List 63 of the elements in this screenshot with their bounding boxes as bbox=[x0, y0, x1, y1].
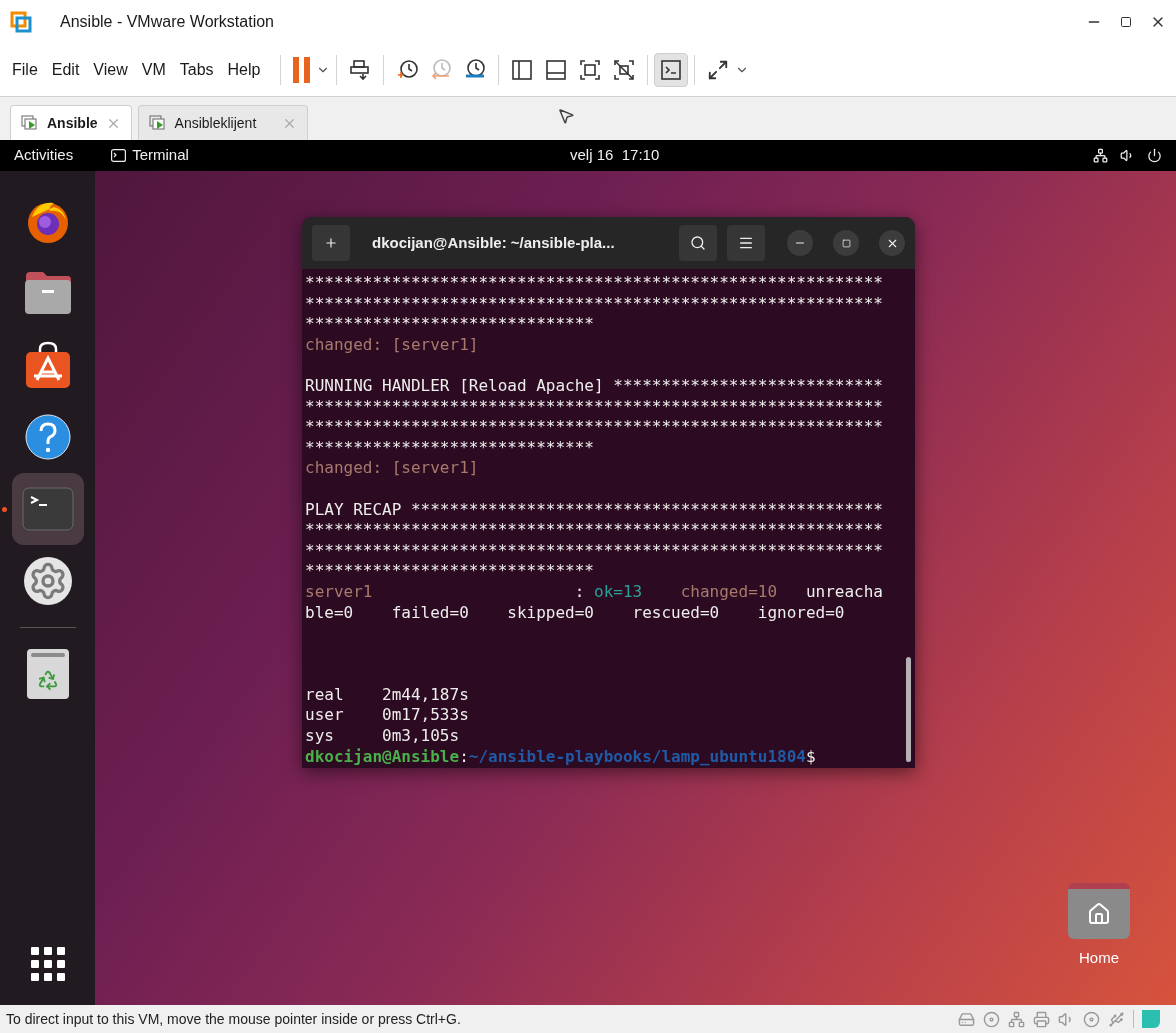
terminal-line: ************************************************************ bbox=[305, 396, 883, 418]
home-folder-icon bbox=[1068, 883, 1130, 939]
terminal-line: ble=0 failed=0 skipped=0 rescued=0 ignored=0 bbox=[305, 602, 845, 624]
vm-running-icon bbox=[21, 115, 39, 131]
menu-icon bbox=[738, 235, 754, 251]
terminal-line: ****************************** bbox=[305, 314, 594, 335]
pause-icon[interactable] bbox=[293, 57, 311, 83]
terminal-line: ************************************************************ bbox=[305, 520, 883, 541]
maximize-icon[interactable] bbox=[1120, 16, 1132, 28]
terminal-line: user 0m17,533s bbox=[305, 705, 469, 727]
terminal-line: ****************************** bbox=[305, 561, 594, 582]
trash-icon bbox=[27, 649, 69, 699]
terminal-line: ************************************************************ bbox=[305, 293, 883, 315]
vm-tab[interactable]: Ansible bbox=[10, 105, 132, 140]
maximize-icon bbox=[841, 238, 851, 248]
close-button[interactable] bbox=[879, 230, 905, 256]
menu-item[interactable]: Help bbox=[227, 58, 261, 82]
terminal-line: ************************************************************ bbox=[305, 273, 883, 294]
terminal-line: PLAY RECAP ************************************************* bbox=[305, 499, 883, 521]
terminal-line: ****************************** bbox=[305, 437, 594, 459]
home-folder-shortcut[interactable]: Home bbox=[1062, 883, 1136, 970]
terminal-line: RUNNING HANDLER [Reload Apache] **************************** bbox=[305, 375, 883, 397]
console-view-icon[interactable] bbox=[654, 53, 689, 87]
app-menu[interactable]: Terminal bbox=[111, 144, 189, 167]
settings-icon bbox=[24, 557, 72, 605]
vm-running-icon bbox=[148, 115, 167, 131]
terminal-line: changed: [server1] bbox=[305, 458, 479, 479]
clock[interactable]: velj 16 17:10 bbox=[570, 144, 660, 167]
terminal-line: sys 0m3,105s bbox=[305, 726, 460, 747]
minimize-button[interactable] bbox=[787, 230, 813, 256]
menu-item[interactable]: VM bbox=[141, 58, 166, 82]
terminal-line: ************************************************************ bbox=[305, 417, 883, 438]
scrollbar-thumb[interactable] bbox=[906, 657, 911, 762]
status-message: To direct input to this VM, move the mouse pointer inside or press Ctrl+G. bbox=[6, 1009, 461, 1029]
activities-button[interactable]: Activities bbox=[14, 144, 74, 167]
window-title: Ansible - VMware Workstation bbox=[60, 12, 274, 32]
vm-tab[interactable]: Ansibleklijent bbox=[137, 105, 309, 140]
app-grid-icon[interactable] bbox=[30, 947, 65, 981]
terminal-line: server1 : ok=13 changed=10 unreacha bbox=[305, 581, 883, 603]
menu-item[interactable]: File bbox=[12, 58, 38, 82]
app-logo-icon bbox=[10, 11, 32, 33]
terminal-icon bbox=[111, 149, 127, 162]
search-button[interactable] bbox=[679, 225, 717, 261]
mouse-pointer-icon bbox=[557, 107, 575, 125]
help-icon bbox=[24, 413, 72, 461]
maximize-button[interactable] bbox=[833, 230, 859, 256]
terminal-title: dkocijan@Ansible: ~/ansible-pla... bbox=[372, 232, 615, 253]
search-icon bbox=[690, 235, 706, 251]
menu-item[interactable]: Tabs bbox=[179, 58, 214, 82]
menu-item[interactable]: View bbox=[93, 58, 128, 82]
power-icon[interactable] bbox=[1147, 148, 1162, 163]
shopping-bag-icon bbox=[24, 340, 72, 390]
menu-item[interactable]: Edit bbox=[51, 58, 80, 82]
terminal-icon bbox=[22, 487, 74, 531]
terminal-line: dkocijan@Ansible:~/ansible-playbooks/lamp_ubuntu1804$ bbox=[305, 746, 816, 768]
terminal-line: ************************************************************ bbox=[305, 540, 883, 562]
terminal-line: changed: [server1] bbox=[305, 334, 479, 356]
new-tab-button[interactable] bbox=[312, 225, 350, 261]
folder-icon bbox=[23, 270, 73, 316]
terminal-line: real 2m44,187s bbox=[305, 684, 469, 706]
menu-button[interactable] bbox=[727, 225, 765, 261]
network-icon[interactable] bbox=[1093, 148, 1108, 163]
new-tab-icon bbox=[324, 236, 338, 250]
